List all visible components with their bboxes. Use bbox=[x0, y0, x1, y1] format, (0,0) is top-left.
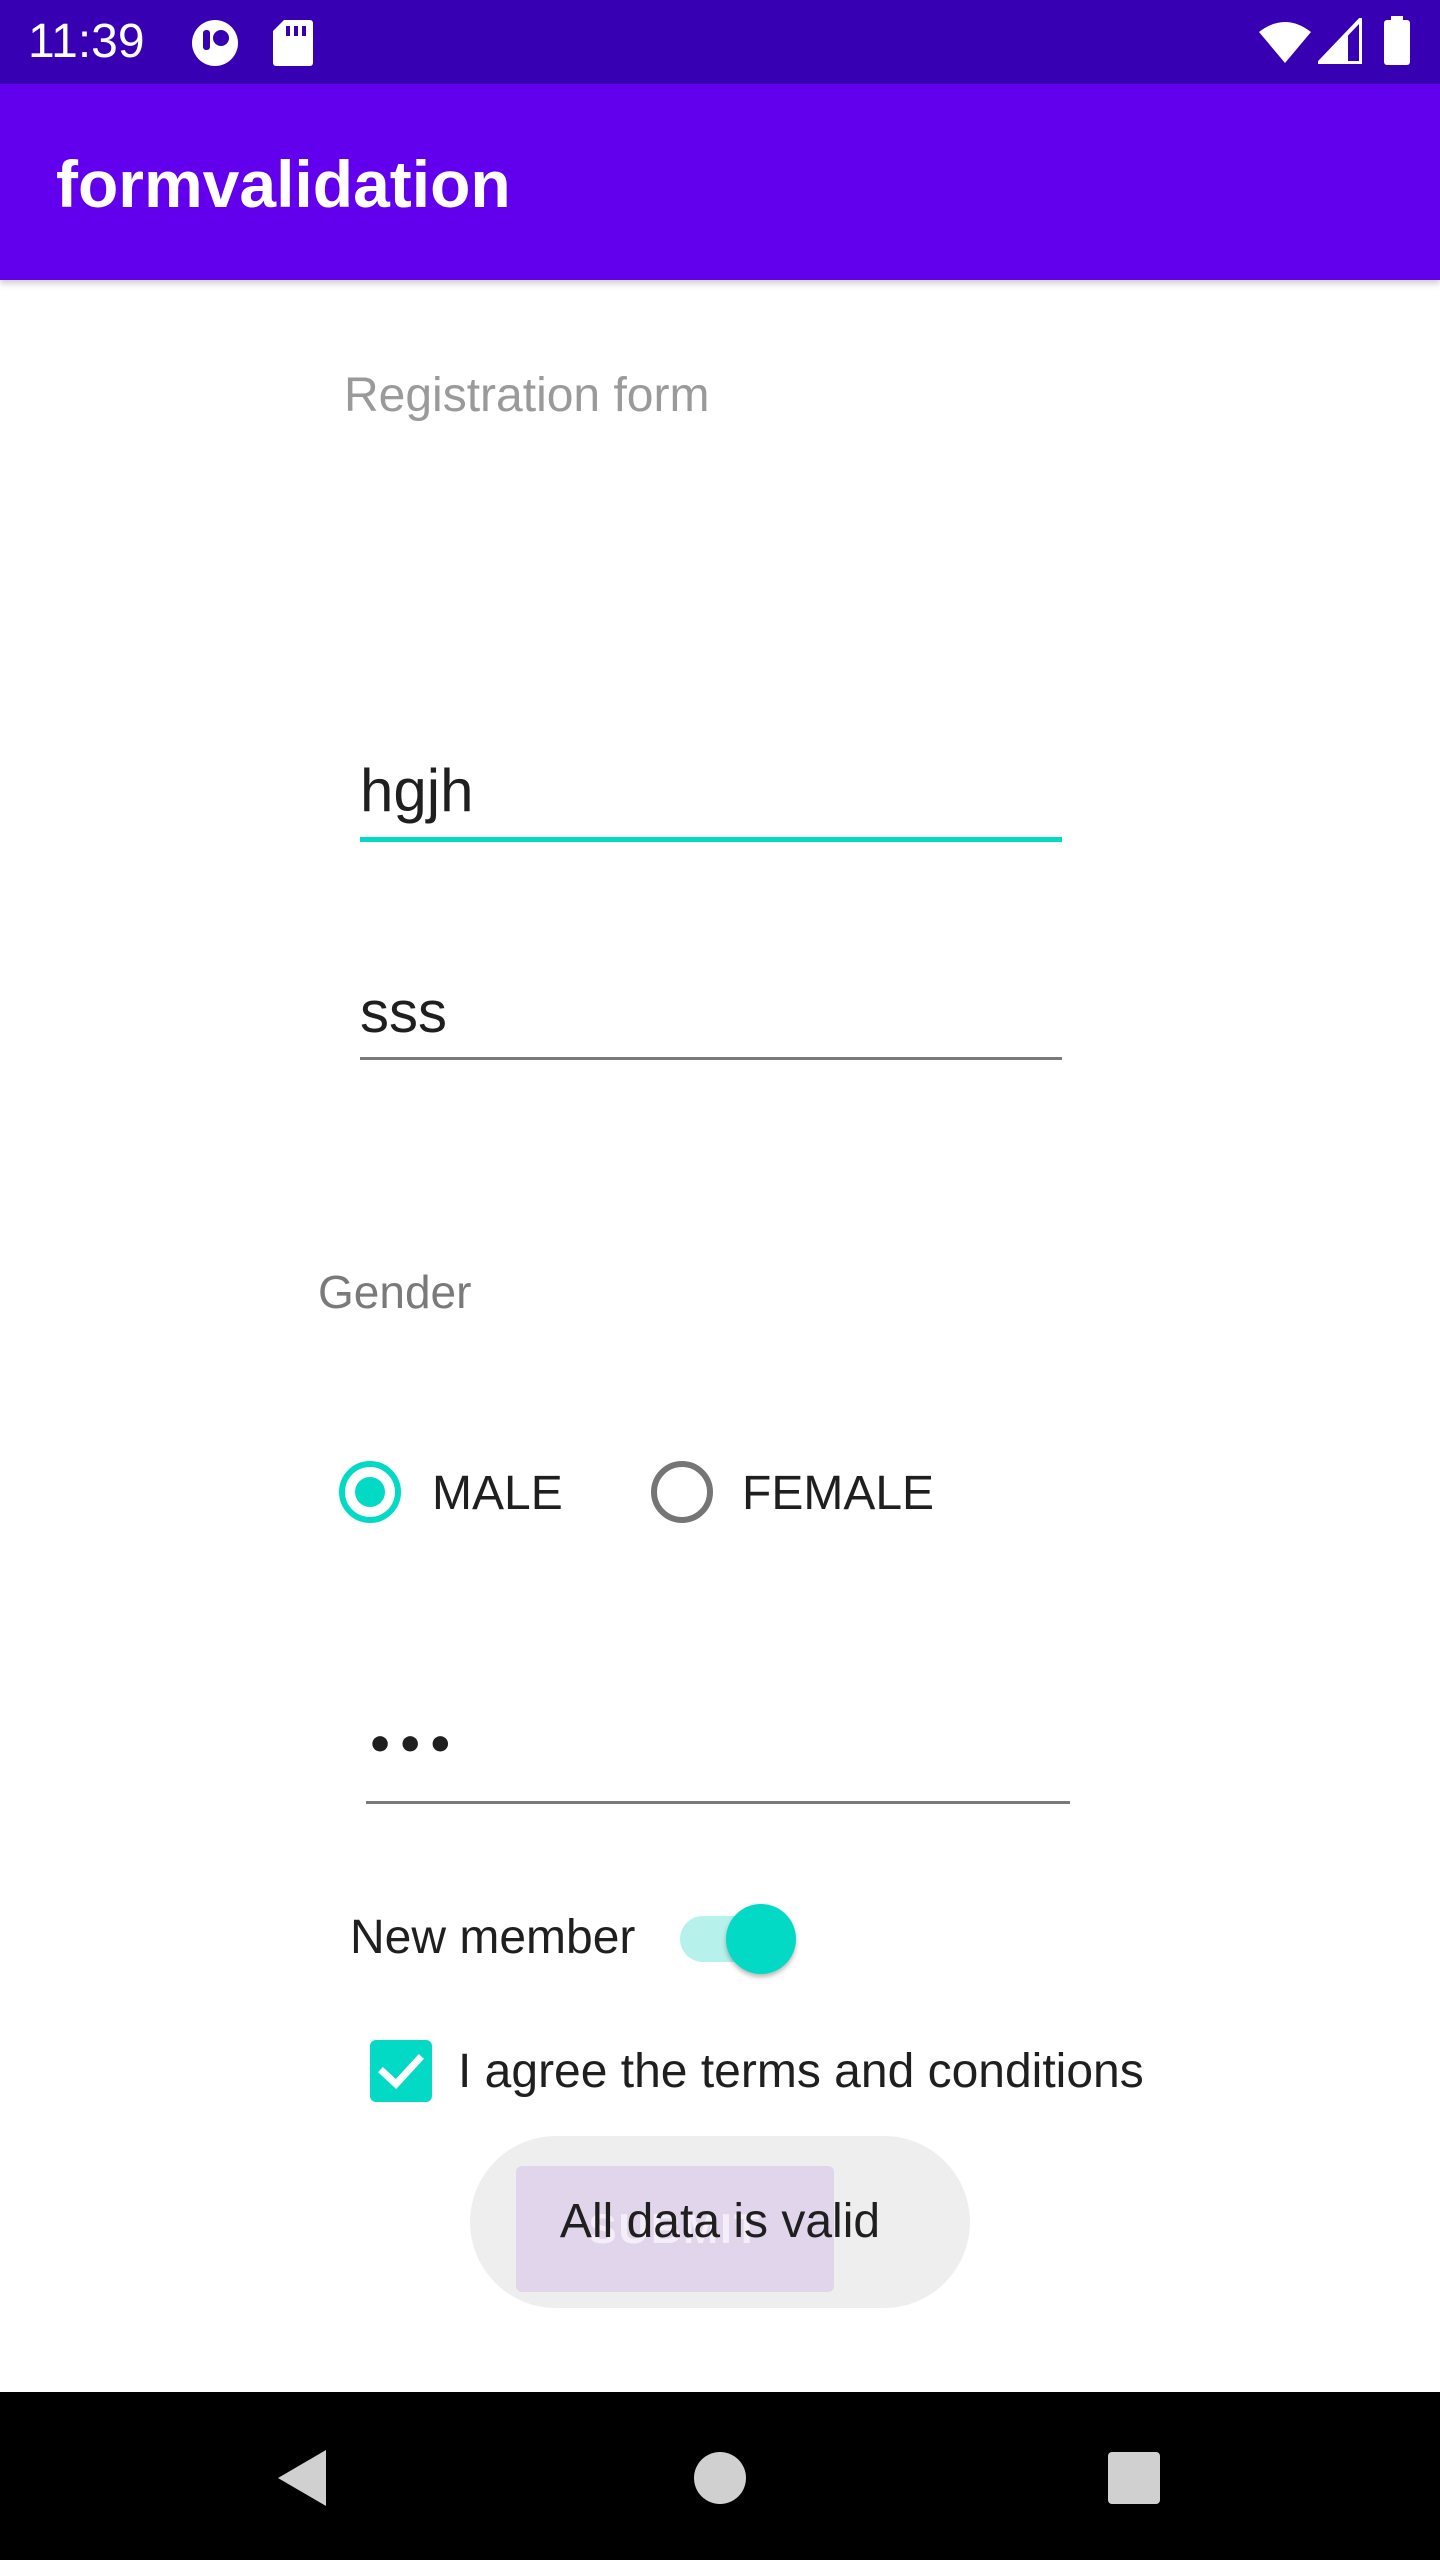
recents-icon[interactable] bbox=[1102, 2446, 1166, 2510]
password-field-underline bbox=[366, 1801, 1070, 1804]
app-screen: 11:39 formvalidation Registration form h… bbox=[0, 0, 1440, 2560]
terms-label[interactable]: I agree the terms and conditions bbox=[458, 2042, 1144, 2102]
form-title: Registration form bbox=[344, 369, 710, 422]
female-radio-label[interactable]: FEMALE bbox=[742, 1464, 934, 1524]
terms-checkbox[interactable] bbox=[370, 2040, 432, 2102]
checkmark-icon bbox=[378, 2054, 424, 2089]
name-field-underline bbox=[360, 837, 1062, 842]
email-field[interactable] bbox=[360, 972, 1060, 1052]
battery-icon bbox=[1382, 16, 1412, 71]
new-member-label: New member bbox=[350, 1911, 636, 1964]
app-title: formvalidation bbox=[56, 147, 511, 221]
name-field[interactable] bbox=[360, 750, 1060, 830]
new-member-switch-thumb[interactable] bbox=[726, 1904, 796, 1974]
male-radio-button[interactable] bbox=[339, 1461, 401, 1523]
sd-card-icon bbox=[272, 18, 314, 73]
status-time: 11:39 bbox=[28, 15, 145, 68]
toast-message: All data is valid bbox=[559, 2195, 881, 2248]
password-field[interactable]: ••• bbox=[366, 1716, 456, 1776]
notification-app-icon bbox=[190, 18, 242, 73]
back-icon[interactable] bbox=[270, 2446, 334, 2510]
female-radio-button[interactable] bbox=[651, 1461, 713, 1523]
status-bar: 11:39 bbox=[0, 0, 1440, 84]
app-bar: formvalidation bbox=[0, 84, 1440, 280]
cellular-signal-icon bbox=[1314, 14, 1363, 69]
home-icon[interactable] bbox=[688, 2446, 752, 2510]
email-field-underline bbox=[360, 1057, 1062, 1060]
wifi-icon bbox=[1258, 20, 1312, 69]
male-radio-label[interactable]: MALE bbox=[432, 1464, 563, 1524]
gender-label: Gender bbox=[318, 1266, 472, 1318]
